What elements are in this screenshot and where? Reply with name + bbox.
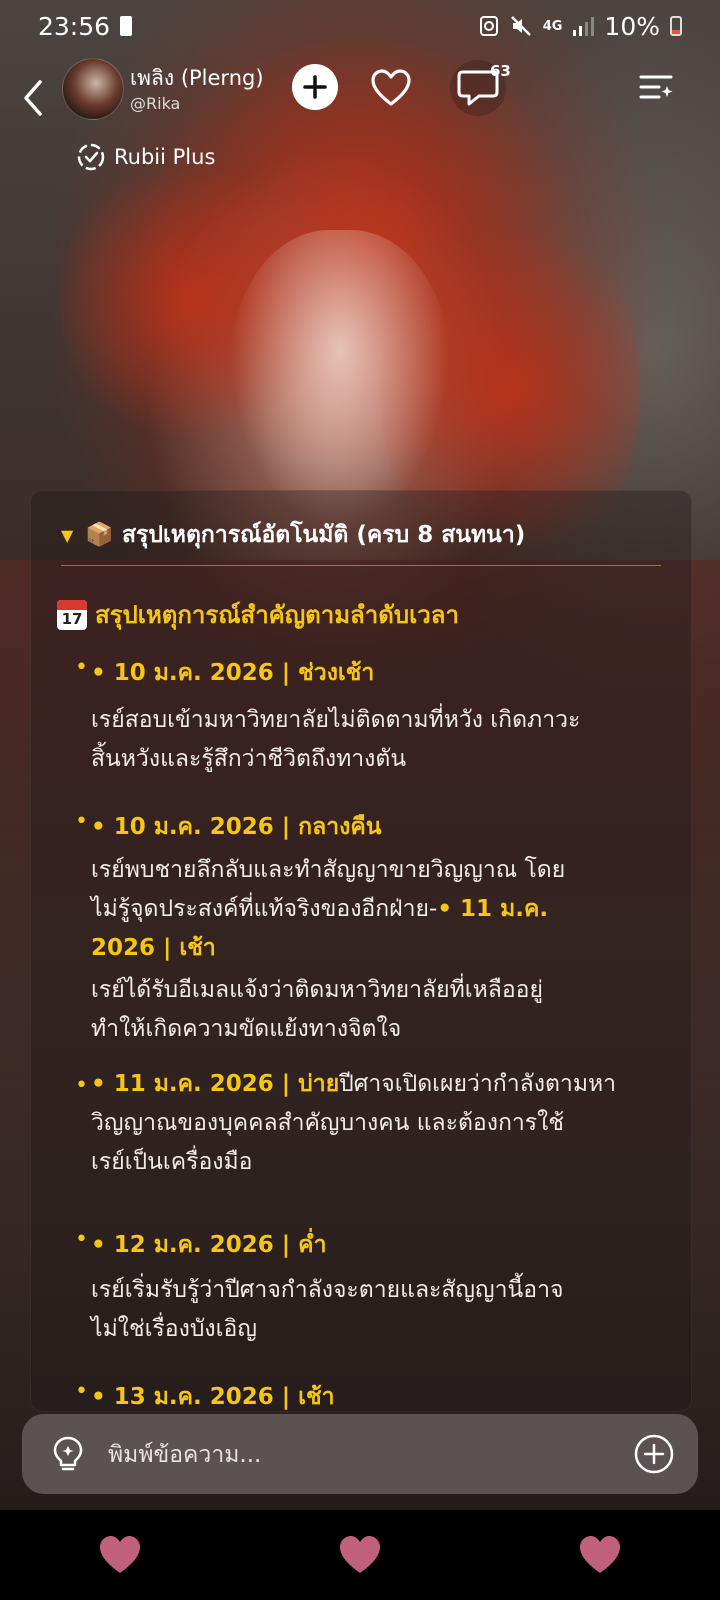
message-composer [22, 1414, 698, 1494]
section-title-text: สรุปเหตุการณ์สำคัญตามลำดับเวลา [95, 601, 459, 629]
entry-text: วิญญาณของบุคคลสำคัญบางคน และต้องการใช้ [91, 1110, 564, 1136]
entry-text: เรย์สอบเข้ามหาวิทยาลัยไม่ติดตามที่หวัง เ… [91, 707, 581, 733]
entry-date-and-text: • 11 ม.ค. 2026 | บ่ายปีศาจเปิดเผยว่ากำลั… [91, 1071, 617, 1097]
rubii-logo-icon [77, 143, 105, 171]
entry-text: เรย์เริ่มรับรู้ว่าปีศาจกำลังจะตายและสัญญ… [91, 1277, 564, 1303]
calendar-icon: 17 [57, 599, 87, 630]
entry-text-with-date: ไม่รู้จุดประสงค์ที่แท้จริงของอีกฝ่าย-• 1… [91, 896, 549, 922]
avatar[interactable] [62, 58, 124, 120]
comment-count-badge: 63 [490, 62, 511, 80]
like-button[interactable] [367, 64, 415, 112]
creator-handle[interactable]: @Rika [130, 94, 180, 113]
add-attachment-button[interactable] [632, 1432, 676, 1476]
plus-icon [303, 75, 327, 99]
bullet-dot: • [75, 1073, 88, 1098]
rubii-plus-label: Rubii Plus [114, 145, 216, 169]
entry-text: เรย์พบชายลึกลับและทำสัญญาขายวิญญาณ โดย [91, 857, 566, 883]
battery-alert-icon [120, 16, 133, 36]
follow-button[interactable] [292, 64, 338, 110]
back-heart-icon[interactable] [578, 1535, 622, 1575]
rubii-plus-badge[interactable]: Rubii Plus [76, 142, 215, 172]
bullet-dot: • [75, 1227, 88, 1252]
status-time: 23:56 [38, 11, 111, 41]
recents-heart-icon[interactable] [98, 1535, 142, 1575]
entry-date: • 10 ม.ค. 2026 | ช่วงเช้า [91, 660, 375, 686]
menu-button[interactable] [633, 64, 681, 112]
entry-date: 2026 | เช้า [91, 935, 216, 961]
chat-header: เพลิง (Plerng) @Rika 63 [0, 56, 720, 136]
heart-outline-icon [371, 69, 411, 106]
list-menu-icon [639, 75, 673, 99]
signal-icon [573, 17, 595, 36]
entry-date: • 12 ม.ค. 2026 | ค่ำ [91, 1232, 327, 1258]
collapse-triangle-icon: ▼ [61, 525, 74, 545]
entry-text: ทำให้เกิดความขัดแย้งทางจิตใจ [91, 1016, 402, 1042]
status-bar: 23:56 4G 10% [0, 0, 720, 52]
network-type: 4G [542, 18, 563, 34]
entry-text: สิ้นหวังและรู้สึกว่าชีวิตถึงทางตัน [91, 746, 407, 772]
back-button[interactable] [14, 66, 54, 126]
message-input[interactable] [106, 1434, 630, 1476]
system-navigation-bar [0, 1510, 720, 1600]
recycle-notification-icon [479, 16, 498, 36]
home-heart-icon[interactable] [338, 1535, 382, 1575]
bullet-dot: • [75, 1379, 88, 1404]
bullet-dot: • [75, 655, 88, 680]
battery-percent: 10% [604, 11, 660, 41]
bullet-dot: • [75, 809, 88, 834]
character-name[interactable]: เพลิง (Plerng) [130, 62, 264, 95]
entry-date: • 10 ม.ค. 2026 | กลางคืน [91, 814, 382, 840]
lightbulb-icon[interactable] [48, 1434, 88, 1474]
section-title: 17 สรุปเหตุการณ์สำคัญตามลำดับเวลา [57, 595, 459, 634]
event-summary-card[interactable]: ▼ 📦 สรุปเหตุการณ์อัตโนมัติ (ครบ 8 สนทนา)… [30, 490, 692, 1412]
battery-icon [670, 16, 682, 36]
summary-toggle[interactable]: ▼ 📦 สรุปเหตุการณ์อัตโนมัติ (ครบ 8 สนทนา) [61, 505, 661, 566]
summary-title: 📦 สรุปเหตุการณ์อัตโนมัติ (ครบ 8 สนทนา) [85, 522, 526, 548]
entry-text: เรย์ได้รับอีเมลแจ้งว่าติดมหาวิทยาลัยที่เ… [91, 977, 543, 1003]
entry-text: ไม่ใช่เรื่องบังเอิญ [91, 1316, 257, 1342]
entry-text: เรย์เป็นเครื่องมือ [91, 1149, 253, 1175]
entry-date: • 13 ม.ค. 2026 | เช้า [91, 1384, 335, 1410]
mute-icon [510, 16, 531, 36]
